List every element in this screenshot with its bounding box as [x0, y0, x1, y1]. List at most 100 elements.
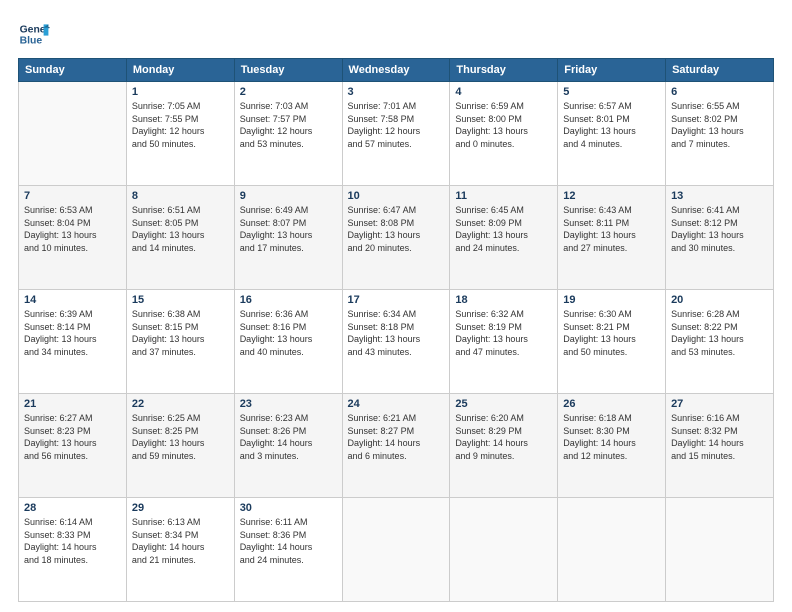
- calendar-cell: 30 Sunrise: 6:11 AM Sunset: 8:36 PM Dayli…: [234, 498, 342, 602]
- calendar-cell: 5Sunrise: 6:57 AM Sunset: 8:01 PM Daylig…: [558, 82, 666, 186]
- calendar-cell: 2Sunrise: 7:03 AM Sunset: 7:57 PM Daylig…: [234, 82, 342, 186]
- day-number: 5: [563, 86, 660, 98]
- day-number: 12: [563, 190, 660, 202]
- day-number: 9: [240, 190, 337, 202]
- day-number: 13: [671, 190, 768, 202]
- calendar-cell: 19Sunrise: 6:30 AM Sunset: 8:21 PM Dayli…: [558, 290, 666, 394]
- day-info: Sunrise: 6:18 AM Sunset: 8:30 PM Dayligh…: [563, 412, 660, 462]
- day-number: 6: [671, 86, 768, 98]
- day-info: Sunrise: 6:59 AM Sunset: 8:00 PM Dayligh…: [455, 100, 552, 150]
- calendar-cell: 17 Sunrise: 6:34 AM Sunset: 8:18 PM Dayli…: [342, 290, 450, 394]
- calendar-cell: 14Sunrise: 6:39 AM Sunset: 8:14 PM Dayli…: [19, 290, 127, 394]
- day-info: Sunrise: 6:38 AM Sunset: 8:15 PM Dayligh…: [132, 308, 229, 358]
- day-info: Sunrise: 6:43 AM Sunset: 8:11 PM Dayligh…: [563, 204, 660, 254]
- calendar-cell: 6 Sunrise: 6:55 AM Sunset: 8:02 PM Daylig…: [666, 82, 774, 186]
- calendar-cell: 9 Sunrise: 6:49 AM Sunset: 8:07 PM Daylig…: [234, 186, 342, 290]
- day-info: Sunrise: 6:34 AM Sunset: 8:18 PM Dayligh…: [348, 308, 445, 358]
- day-info: Sunrise: 6:45 AM Sunset: 8:09 PM Dayligh…: [455, 204, 552, 254]
- calendar-cell: [558, 498, 666, 602]
- day-number: 1: [132, 86, 229, 98]
- day-info: Sunrise: 6:11 AM Sunset: 8:36 PM Dayligh…: [240, 516, 337, 566]
- calendar-cell: 10 Sunrise: 6:47 AM Sunset: 8:08 PM Dayli…: [342, 186, 450, 290]
- day-number: 11: [455, 190, 552, 202]
- weekday-header-thursday: Thursday: [450, 59, 558, 82]
- day-number: 24: [348, 398, 445, 410]
- calendar-week-row: 7Sunrise: 6:53 AM Sunset: 8:04 PM Daylig…: [19, 186, 774, 290]
- day-number: 16: [240, 294, 337, 306]
- weekday-header-row: SundayMondayTuesdayWednesdayThursdayFrid…: [19, 59, 774, 82]
- weekday-header-tuesday: Tuesday: [234, 59, 342, 82]
- day-info: Sunrise: 6:47 AM Sunset: 8:08 PM Dayligh…: [348, 204, 445, 254]
- day-info: Sunrise: 6:36 AM Sunset: 8:16 PM Dayligh…: [240, 308, 337, 358]
- calendar-cell: 23Sunrise: 6:23 AM Sunset: 8:26 PM Dayli…: [234, 394, 342, 498]
- day-number: 30: [240, 502, 337, 514]
- day-number: 22: [132, 398, 229, 410]
- day-info: Sunrise: 7:05 AM Sunset: 7:55 PM Dayligh…: [132, 100, 229, 150]
- calendar-cell: 24 Sunrise: 6:21 AM Sunset: 8:27 PM Dayli…: [342, 394, 450, 498]
- weekday-header-saturday: Saturday: [666, 59, 774, 82]
- day-info: Sunrise: 6:16 AM Sunset: 8:32 PM Dayligh…: [671, 412, 768, 462]
- calendar-cell: 3 Sunrise: 7:01 AM Sunset: 7:58 PM Daylig…: [342, 82, 450, 186]
- calendar-cell: [450, 498, 558, 602]
- day-number: 3: [348, 86, 445, 98]
- day-number: 7: [24, 190, 121, 202]
- day-number: 2: [240, 86, 337, 98]
- calendar-cell: 4 Sunrise: 6:59 AM Sunset: 8:00 PM Daylig…: [450, 82, 558, 186]
- day-number: 8: [132, 190, 229, 202]
- day-info: Sunrise: 6:55 AM Sunset: 8:02 PM Dayligh…: [671, 100, 768, 150]
- calendar-cell: 27 Sunrise: 6:16 AM Sunset: 8:32 PM Dayli…: [666, 394, 774, 498]
- calendar-table: SundayMondayTuesdayWednesdayThursdayFrid…: [18, 58, 774, 602]
- calendar-cell: 1 Sunrise: 7:05 AM Sunset: 7:55 PM Daylig…: [126, 82, 234, 186]
- day-number: 20: [671, 294, 768, 306]
- calendar-cell: 28 Sunrise: 6:14 AM Sunset: 8:33 PM Dayli…: [19, 498, 127, 602]
- day-number: 28: [24, 502, 121, 514]
- calendar-cell: 25Sunrise: 6:20 AM Sunset: 8:29 PM Dayli…: [450, 394, 558, 498]
- day-info: Sunrise: 7:01 AM Sunset: 7:58 PM Dayligh…: [348, 100, 445, 150]
- calendar-cell: 11 Sunrise: 6:45 AM Sunset: 8:09 PM Dayli…: [450, 186, 558, 290]
- calendar-cell: 18Sunrise: 6:32 AM Sunset: 8:19 PM Dayli…: [450, 290, 558, 394]
- day-info: Sunrise: 6:25 AM Sunset: 8:25 PM Dayligh…: [132, 412, 229, 462]
- calendar-cell: 13 Sunrise: 6:41 AM Sunset: 8:12 PM Dayli…: [666, 186, 774, 290]
- calendar-week-row: 28 Sunrise: 6:14 AM Sunset: 8:33 PM Dayli…: [19, 498, 774, 602]
- day-number: 29: [132, 502, 229, 514]
- calendar-cell: [666, 498, 774, 602]
- calendar-cell: 26 Sunrise: 6:18 AM Sunset: 8:30 PM Dayli…: [558, 394, 666, 498]
- day-info: Sunrise: 6:27 AM Sunset: 8:23 PM Dayligh…: [24, 412, 121, 462]
- day-info: Sunrise: 6:30 AM Sunset: 8:21 PM Dayligh…: [563, 308, 660, 358]
- day-info: Sunrise: 6:49 AM Sunset: 8:07 PM Dayligh…: [240, 204, 337, 254]
- logo-icon: General Blue: [18, 18, 50, 50]
- header: General Blue: [18, 18, 774, 50]
- weekday-header-sunday: Sunday: [19, 59, 127, 82]
- day-info: Sunrise: 6:13 AM Sunset: 8:34 PM Dayligh…: [132, 516, 229, 566]
- calendar-cell: 7Sunrise: 6:53 AM Sunset: 8:04 PM Daylig…: [19, 186, 127, 290]
- day-number: 4: [455, 86, 552, 98]
- day-number: 21: [24, 398, 121, 410]
- day-number: 14: [24, 294, 121, 306]
- day-number: 15: [132, 294, 229, 306]
- logo: General Blue: [18, 18, 50, 50]
- day-number: 27: [671, 398, 768, 410]
- page: General Blue SundayMondayTuesdayWednesda…: [0, 0, 792, 612]
- day-info: Sunrise: 6:21 AM Sunset: 8:27 PM Dayligh…: [348, 412, 445, 462]
- calendar-week-row: 14Sunrise: 6:39 AM Sunset: 8:14 PM Dayli…: [19, 290, 774, 394]
- day-number: 10: [348, 190, 445, 202]
- weekday-header-wednesday: Wednesday: [342, 59, 450, 82]
- calendar-week-row: 1 Sunrise: 7:05 AM Sunset: 7:55 PM Daylig…: [19, 82, 774, 186]
- weekday-header-monday: Monday: [126, 59, 234, 82]
- day-number: 17: [348, 294, 445, 306]
- calendar-cell: 8Sunrise: 6:51 AM Sunset: 8:05 PM Daylig…: [126, 186, 234, 290]
- calendar-week-row: 21 Sunrise: 6:27 AM Sunset: 8:23 PM Dayli…: [19, 394, 774, 498]
- day-info: Sunrise: 6:14 AM Sunset: 8:33 PM Dayligh…: [24, 516, 121, 566]
- day-number: 26: [563, 398, 660, 410]
- calendar-cell: [342, 498, 450, 602]
- calendar-cell: 15 Sunrise: 6:38 AM Sunset: 8:15 PM Dayli…: [126, 290, 234, 394]
- day-info: Sunrise: 6:20 AM Sunset: 8:29 PM Dayligh…: [455, 412, 552, 462]
- day-info: Sunrise: 6:41 AM Sunset: 8:12 PM Dayligh…: [671, 204, 768, 254]
- day-number: 18: [455, 294, 552, 306]
- calendar-cell: 16 Sunrise: 6:36 AM Sunset: 8:16 PM Dayli…: [234, 290, 342, 394]
- weekday-header-friday: Friday: [558, 59, 666, 82]
- calendar-cell: 21 Sunrise: 6:27 AM Sunset: 8:23 PM Dayli…: [19, 394, 127, 498]
- svg-text:Blue: Blue: [20, 36, 43, 47]
- day-info: Sunrise: 6:28 AM Sunset: 8:22 PM Dayligh…: [671, 308, 768, 358]
- calendar-cell: 22 Sunrise: 6:25 AM Sunset: 8:25 PM Dayli…: [126, 394, 234, 498]
